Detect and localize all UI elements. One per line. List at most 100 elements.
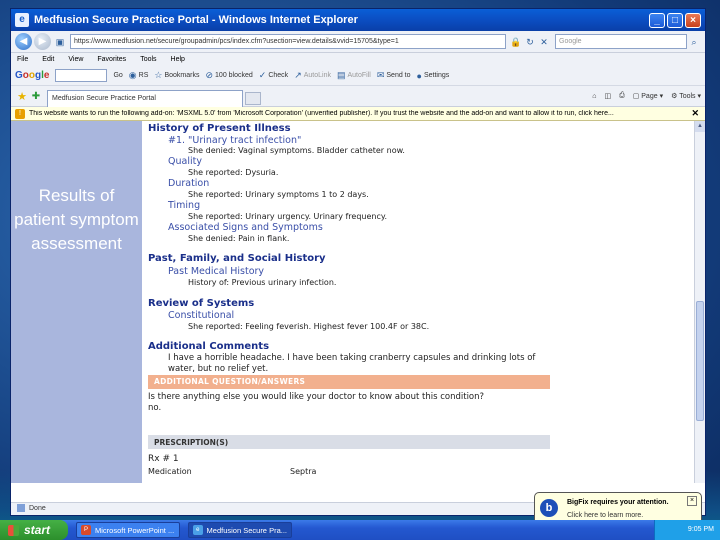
tab-medfusion[interactable]: Medfusion Secure Practice Portal xyxy=(47,89,243,107)
rss-icon: ◉ xyxy=(128,70,137,80)
start-button[interactable]: start xyxy=(0,520,68,540)
timing-text: She reported: Urinary urgency. Urinary f… xyxy=(188,212,387,221)
toolbar-popup-blocker[interactable]: ⊘ 100 blocked xyxy=(205,70,252,81)
assoc-text: She denied: Pain in flank. xyxy=(188,234,290,243)
window-title: Medfusion Secure Practice Portal - Windo… xyxy=(34,14,358,26)
information-bar[interactable]: ! This website wants to run the followin… xyxy=(11,107,705,121)
rx-medication-value: Septra xyxy=(290,467,317,476)
add-favorite-icon[interactable]: ✚ xyxy=(29,91,43,102)
complaint-heading: #1. "Urinary tract infection" xyxy=(168,135,302,146)
blocked-label: 100 blocked xyxy=(215,72,253,79)
page-label: Page xyxy=(641,93,658,100)
page-icon: ▣ xyxy=(55,36,65,47)
page-done-icon xyxy=(17,504,25,513)
toolbar-autolink[interactable]: ↗ AutoLink xyxy=(294,70,331,81)
toolbar-rss[interactable]: ◉ RS xyxy=(129,70,149,81)
pmh-label: Past Medical History xyxy=(168,266,265,277)
vertical-scrollbar[interactable]: ▲ xyxy=(694,121,705,483)
stop-icon[interactable]: ✕ xyxy=(537,35,551,49)
qa-answer: no. xyxy=(148,403,162,413)
menu-edit[interactable]: Edit xyxy=(42,56,54,63)
duration-text: She reported: Urinary symptoms 1 to 2 da… xyxy=(188,190,369,199)
ie-icon: e xyxy=(15,13,29,27)
autolink-icon: ↗ xyxy=(294,70,302,80)
pfsh-title: Past, Family, and Social History xyxy=(148,253,326,264)
toolbar-settings[interactable]: ● Settings xyxy=(417,71,450,81)
menu-help[interactable]: Help xyxy=(171,56,185,63)
send-icon: ✉ xyxy=(376,70,385,80)
quality-text: She reported: Dysuria. xyxy=(188,168,279,177)
taskbar-powerpoint[interactable]: P Microsoft PowerPoint ... xyxy=(76,522,180,538)
minimize-button[interactable]: _ xyxy=(649,12,665,28)
scroll-thumb[interactable] xyxy=(696,301,704,421)
taskbar-medfusion-label: Medfusion Secure Pra... xyxy=(206,525,287,535)
bigfix-logo: b xyxy=(540,499,558,517)
scroll-up-icon[interactable]: ▲ xyxy=(695,121,705,132)
menu-file[interactable]: File xyxy=(17,56,28,63)
quality-label: Quality xyxy=(168,156,202,167)
settings-icon: ● xyxy=(416,70,422,81)
popup-blocker-icon: ⊘ xyxy=(205,70,214,80)
taskbar-medfusion[interactable]: e Medfusion Secure Pra... xyxy=(188,522,292,538)
rx-medication-label: Medication xyxy=(148,467,192,476)
ros-title: Review of Systems xyxy=(148,298,255,309)
print-icon[interactable]: ⎙ xyxy=(619,92,625,100)
google-search-input[interactable] xyxy=(55,69,108,82)
home-icon[interactable]: ⌂ xyxy=(592,93,596,100)
qa-band: ADDITIONAL QUESTION/ANSWERS xyxy=(148,375,550,389)
favorites-star-icon[interactable]: ★ xyxy=(15,90,29,103)
infobar-close-icon[interactable]: ✕ xyxy=(689,108,701,119)
windows-flag-icon xyxy=(8,524,19,536)
title-bar[interactable]: e Medfusion Secure Practice Portal - Win… xyxy=(11,9,705,31)
feeds-icon[interactable]: ◫ xyxy=(604,92,611,100)
bookmarks-label: Bookmarks xyxy=(164,72,200,79)
system-tray: 9:05 PM xyxy=(654,520,720,540)
complaint-text: She denied: Vaginal symptoms. Bladder ca… xyxy=(188,146,405,155)
maximize-button[interactable]: □ xyxy=(667,12,683,28)
toolbar-bookmarks[interactable]: ☆ Bookmarks xyxy=(154,70,199,81)
forward-button[interactable]: ▶ xyxy=(34,33,51,50)
search-input[interactable]: Google xyxy=(555,34,687,49)
menu-tools[interactable]: Tools xyxy=(140,56,156,63)
const-text: She reported: Feeling feverish. Highest … xyxy=(188,322,430,331)
toolbar-send-to[interactable]: ✉ Send to xyxy=(377,70,411,81)
toolbar-autofill[interactable]: ▤ AutoFill xyxy=(337,70,371,81)
start-label: start xyxy=(24,523,51,537)
status-text: Done xyxy=(29,505,46,512)
notification-subtitle[interactable]: Click here to learn more. xyxy=(567,512,643,519)
check-label: Check xyxy=(268,72,289,79)
autofill-icon: ▤ xyxy=(336,70,346,80)
tools-menu[interactable]: ⚙ Tools ▾ xyxy=(671,92,701,100)
refresh-icon[interactable]: ↻ xyxy=(523,35,537,49)
menu-favorites[interactable]: Favorites xyxy=(97,56,126,63)
new-tab-button[interactable] xyxy=(245,91,261,105)
google-logo: Google xyxy=(15,70,50,81)
infobar-message: This website wants to run the following … xyxy=(29,110,614,117)
timing-label: Timing xyxy=(168,200,201,211)
toolbar-check[interactable]: ✓ Check xyxy=(259,70,288,81)
lock-icon: 🔒 xyxy=(510,36,522,47)
rx-label: Rx # 1 xyxy=(148,454,179,464)
hpi-title: History of Present Illness xyxy=(148,123,291,134)
address-bar: ◀ ▶ ▣ https://www.medfusion.net/secure/g… xyxy=(11,31,705,53)
close-button[interactable]: × xyxy=(685,12,701,28)
page-menu[interactable]: ▢ Page ▾ xyxy=(633,92,663,100)
autolink-label: AutoLink xyxy=(303,72,331,79)
taskbar: start P Microsoft PowerPoint ... e Medfu… xyxy=(0,520,720,540)
menu-view[interactable]: View xyxy=(68,56,83,63)
const-label: Constitutional xyxy=(168,310,235,321)
notification-close-icon[interactable]: × xyxy=(687,496,697,506)
star-icon: ☆ xyxy=(154,70,163,80)
addl-text: I have a horrible headache. I have been … xyxy=(168,353,536,374)
patient-document: History of Present Illness #1. "Urinary … xyxy=(148,121,688,483)
qa-question: Is there anything else you would like yo… xyxy=(148,392,485,402)
search-icon[interactable]: ⌕ xyxy=(687,35,701,49)
slide-overlay-panel xyxy=(11,121,142,483)
back-button[interactable]: ◀ xyxy=(15,33,32,50)
url-input[interactable]: https://www.medfusion.net/secure/groupad… xyxy=(70,34,506,49)
powerpoint-icon: P xyxy=(81,525,91,535)
taskbar-powerpoint-label: Microsoft PowerPoint ... xyxy=(95,525,175,535)
pmh-text: History of: Previous urinary infection. xyxy=(188,278,337,287)
go-button[interactable]: Go xyxy=(113,72,122,79)
rss-label: RS xyxy=(138,72,149,79)
